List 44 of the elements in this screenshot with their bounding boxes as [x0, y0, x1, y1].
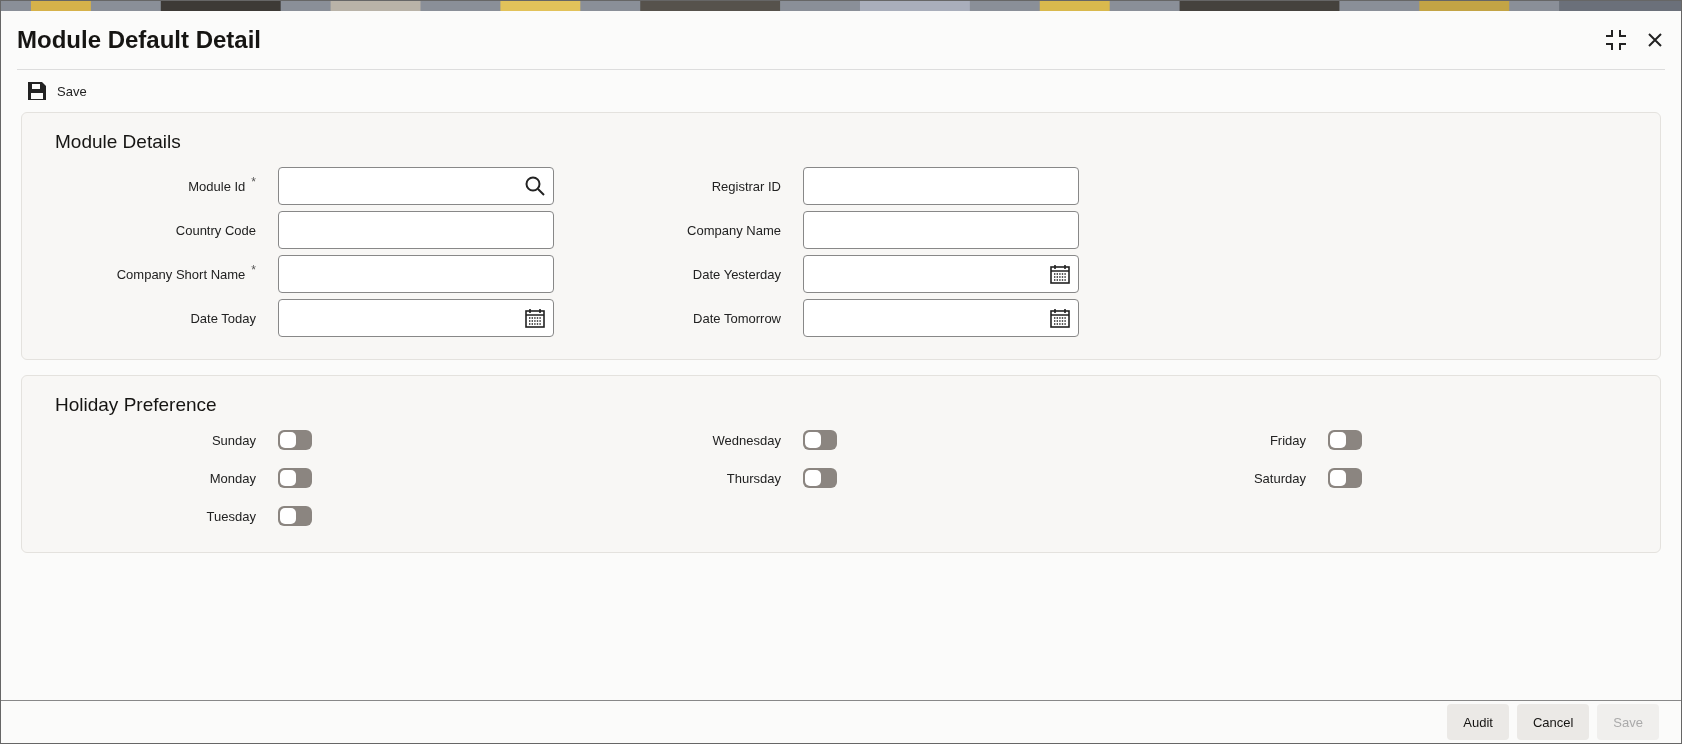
date-field[interactable] — [803, 299, 1079, 337]
toggle-switch[interactable] — [1328, 430, 1362, 450]
input-field[interactable] — [803, 211, 1079, 249]
toggle-switch[interactable] — [278, 468, 312, 488]
section-title: Module Details — [55, 131, 182, 153]
toggle-switch[interactable] — [278, 506, 312, 526]
input-field[interactable] — [278, 255, 554, 293]
field-label: Date Yesterday — [692, 266, 781, 282]
toggle-label: Friday — [1268, 432, 1306, 448]
toggle-switch[interactable] — [803, 468, 837, 488]
field-label: Registrar ID — [711, 178, 781, 194]
field-label: Company Short Name — [116, 266, 246, 282]
toggle-label: Tuesday — [205, 508, 256, 524]
calendar-icon[interactable] — [525, 308, 545, 328]
calendar-icon[interactable] — [1050, 308, 1070, 328]
search-icon[interactable] — [525, 176, 545, 196]
collapse-icon[interactable] — [1605, 29, 1627, 51]
toggle-label: Sunday — [210, 432, 256, 448]
field-label: Date Today — [190, 310, 256, 326]
date-field[interactable] — [278, 299, 554, 337]
window-title: Module Default Detail — [17, 26, 262, 54]
field-label: Module Id — [188, 178, 246, 194]
toggle-switch[interactable] — [278, 430, 312, 450]
calendar-icon[interactable] — [1050, 264, 1070, 284]
date-field[interactable] — [803, 255, 1079, 293]
footer-button[interactable]: Audit — [1447, 704, 1509, 740]
section-title: Holiday Preference — [55, 394, 218, 416]
toggle-label: Thursday — [725, 470, 781, 486]
field-label: Company Name — [687, 222, 781, 238]
save-button[interactable]: Save — [27, 81, 87, 101]
toggle-label: Saturday — [1252, 470, 1306, 486]
required-mark: * — [251, 175, 256, 189]
toggle-label: Monday — [208, 470, 256, 486]
input-field[interactable] — [278, 211, 554, 249]
footer-button[interactable]: Cancel — [1516, 704, 1590, 740]
field-label: Country Code — [175, 222, 256, 238]
toggle-label: Wednesday — [711, 432, 781, 448]
field-label: Date Tomorrow — [693, 310, 781, 326]
input-field[interactable] — [803, 167, 1079, 205]
toggle-switch[interactable] — [803, 430, 837, 450]
close-icon[interactable] — [1647, 32, 1663, 48]
toggle-switch[interactable] — [1328, 468, 1362, 488]
lookup-field[interactable] — [278, 167, 554, 205]
required-mark: * — [251, 263, 256, 277]
